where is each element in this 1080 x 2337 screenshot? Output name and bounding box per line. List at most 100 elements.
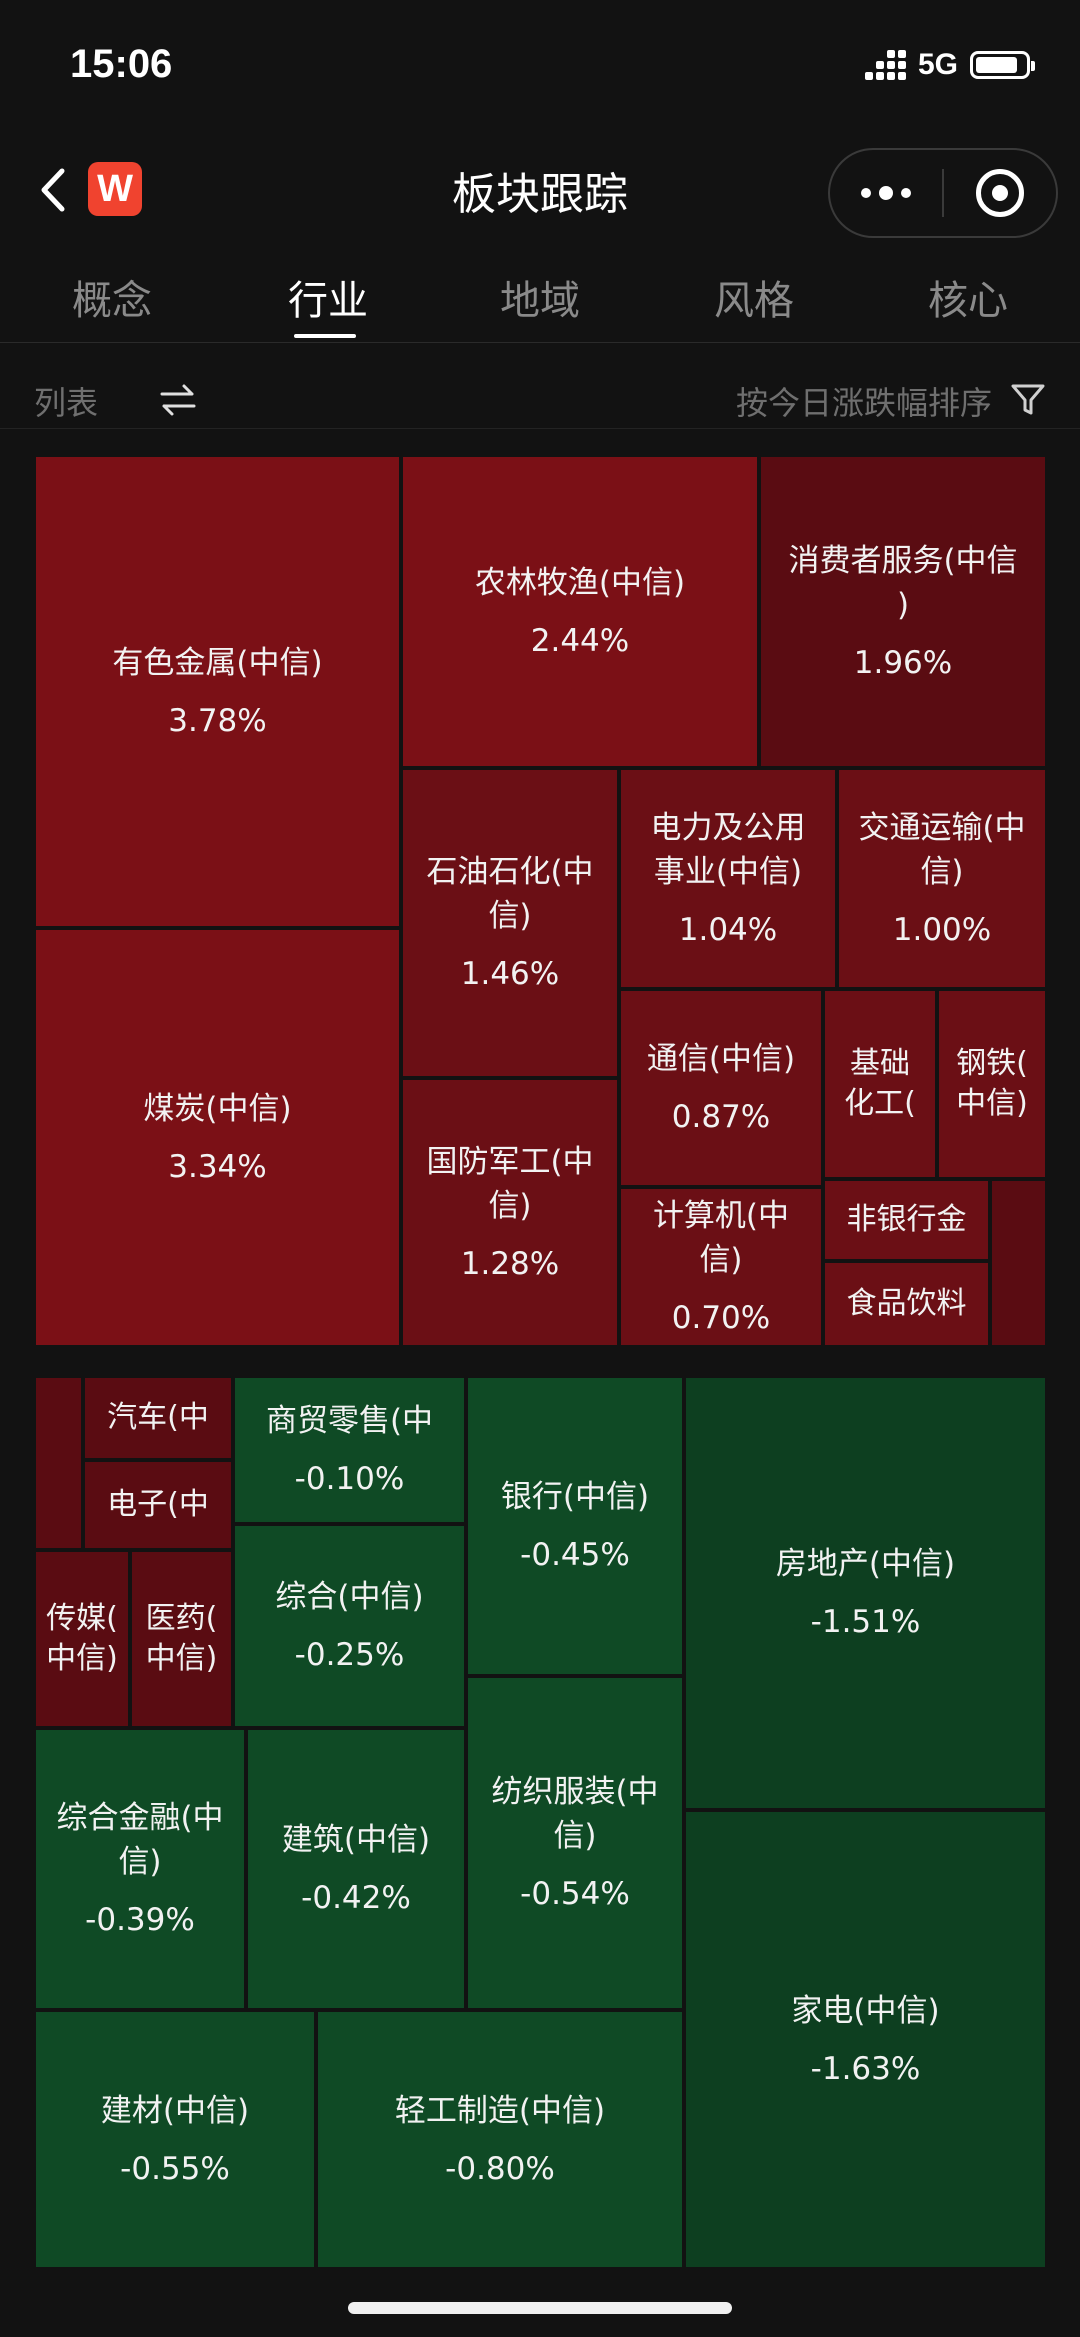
sector-tile[interactable]: 有色金属(中信) 3.78% bbox=[34, 455, 401, 928]
swap-icon[interactable] bbox=[158, 380, 198, 420]
sector-name: 交通运输(中 信) bbox=[858, 809, 1026, 890]
sector-change: -0.39% bbox=[85, 1902, 195, 1938]
sector-name: 综合(中信) bbox=[275, 1579, 424, 1615]
sector-change: 1.96% bbox=[853, 644, 953, 681]
sector-name: 计算机(中 信) bbox=[652, 1198, 790, 1278]
sector-tile[interactable]: 轻工制造(中信) -0.80% bbox=[316, 2010, 684, 2269]
sector-change: -0.80% bbox=[445, 2150, 555, 2187]
sort-option[interactable]: 按今日涨跌幅排序 bbox=[736, 378, 992, 424]
sector-tile[interactable]: 商贸零售(中 -0.10% bbox=[233, 1376, 466, 1524]
sector-name: 通信(中信) bbox=[646, 1041, 796, 1077]
status-time: 15:06 bbox=[70, 42, 173, 86]
sector-name: 家电(中信) bbox=[791, 1992, 940, 2029]
sector-name: 电力及公用 事业(中信) bbox=[650, 809, 806, 890]
network-type: 5G bbox=[917, 48, 958, 81]
sector-change: -1.51% bbox=[810, 1604, 921, 1640]
battery-icon bbox=[970, 51, 1035, 79]
home-indicator bbox=[348, 2302, 732, 2314]
sector-tile[interactable]: 家电(中信) -1.63% bbox=[684, 1810, 1047, 2269]
status-icons: 5G bbox=[864, 48, 1035, 82]
sector-tile[interactable]: 综合金融(中 信) -0.39% bbox=[34, 1728, 246, 2010]
tabs-divider bbox=[0, 342, 1080, 343]
sector-tile[interactable]: 综合(中信) -0.25% bbox=[233, 1524, 466, 1728]
sector-tile[interactable]: 电力及公用 事业(中信) 1.04% bbox=[619, 768, 837, 989]
sector-tile[interactable]: 基础 化工( bbox=[823, 989, 937, 1179]
sector-tile[interactable]: 汽车(中 bbox=[83, 1376, 233, 1460]
sector-name: 传媒( 中信) bbox=[46, 1601, 118, 1676]
sector-name: 农林牧渔(中信) bbox=[474, 564, 686, 601]
sector-change: 1.00% bbox=[892, 911, 992, 948]
sector-name: 石油石化(中 信) bbox=[426, 854, 594, 934]
list-view-toggle[interactable]: 列表 bbox=[34, 378, 98, 424]
sector-name: 消费者服务(中信 ) bbox=[788, 542, 1018, 623]
sector-tile[interactable]: 食品饮料 bbox=[823, 1261, 990, 1347]
sector-change: -0.10% bbox=[294, 1461, 405, 1497]
sector-tile[interactable] bbox=[990, 1179, 1047, 1347]
sector-tile[interactable] bbox=[34, 1376, 83, 1550]
sector-tile[interactable]: 建筑(中信) -0.42% bbox=[246, 1728, 466, 2010]
sector-change: 3.78% bbox=[168, 702, 267, 739]
sector-tile[interactable]: 非银行金 bbox=[823, 1179, 990, 1261]
tab-region[interactable]: 地域 bbox=[432, 268, 648, 326]
sector-tile[interactable]: 煤炭(中信) 3.34% bbox=[34, 928, 401, 1347]
sector-name: 轻工制造(中信) bbox=[394, 2092, 606, 2129]
signal-icon bbox=[864, 50, 906, 80]
sector-change: 0.87% bbox=[671, 1099, 771, 1135]
sector-name: 食品饮料 bbox=[846, 1286, 967, 1321]
sector-name: 国防军工(中 信) bbox=[426, 1143, 594, 1224]
toolbar-divider bbox=[0, 428, 1080, 429]
sector-tile[interactable]: 通信(中信) 0.87% bbox=[619, 989, 823, 1187]
mini-program-capsule bbox=[828, 148, 1058, 238]
tab-concept[interactable]: 概念 bbox=[4, 268, 220, 326]
sector-name: 纺织服装(中 信) bbox=[491, 1774, 659, 1854]
sector-name: 非银行金 bbox=[846, 1202, 967, 1237]
sector-tile[interactable]: 钢铁( 中信) bbox=[937, 989, 1047, 1179]
sector-name: 建筑(中信) bbox=[281, 1822, 431, 1858]
tab-core[interactable]: 核心 bbox=[860, 268, 1076, 326]
more-icon bbox=[861, 186, 911, 200]
tab-style[interactable]: 风格 bbox=[646, 268, 862, 326]
sector-tile[interactable]: 纺织服装(中 信) -0.54% bbox=[466, 1676, 684, 2010]
sector-tile[interactable]: 计算机(中 信) 0.70% bbox=[619, 1187, 823, 1347]
sector-change: 0.70% bbox=[671, 1300, 771, 1336]
category-tabs: 概念 行业 地域 风格 核心 bbox=[0, 268, 1080, 338]
sector-tile[interactable]: 房地产(中信) -1.51% bbox=[684, 1376, 1047, 1810]
tab-industry[interactable]: 行业 bbox=[220, 268, 436, 326]
sector-name: 电子(中 bbox=[107, 1487, 209, 1522]
sector-name: 基础 化工( bbox=[844, 1046, 916, 1121]
close-mini-program-button[interactable] bbox=[944, 150, 1056, 236]
sector-tile[interactable]: 建材(中信) -0.55% bbox=[34, 2010, 316, 2269]
sector-name: 钢铁( 中信) bbox=[956, 1046, 1028, 1121]
sector-name: 建材(中信) bbox=[100, 2092, 250, 2129]
sector-change: -0.45% bbox=[520, 1537, 630, 1573]
sector-change: -0.42% bbox=[301, 1880, 411, 1916]
sector-change: 2.44% bbox=[530, 622, 630, 659]
sector-change: 1.04% bbox=[678, 911, 778, 948]
sector-tile[interactable]: 消费者服务(中信 ) 1.96% bbox=[759, 455, 1047, 768]
sector-change: 1.46% bbox=[460, 956, 560, 992]
sector-name: 商贸零售(中 bbox=[265, 1403, 434, 1439]
sector-change: -0.55% bbox=[120, 2150, 230, 2187]
filter-icon[interactable] bbox=[1010, 382, 1046, 418]
sector-change: 3.34% bbox=[168, 1148, 267, 1185]
sector-tile[interactable]: 银行(中信) -0.45% bbox=[466, 1376, 684, 1676]
sector-name: 有色金属(中信) bbox=[112, 644, 323, 681]
sector-tile[interactable]: 传媒( 中信) bbox=[34, 1550, 130, 1728]
sector-change: 1.28% bbox=[460, 1245, 560, 1282]
more-button[interactable] bbox=[830, 150, 942, 236]
sector-name: 煤炭(中信) bbox=[143, 1090, 292, 1127]
sector-tile[interactable]: 交通运输(中 信) 1.00% bbox=[837, 768, 1047, 989]
sector-tile[interactable]: 国防军工(中 信) 1.28% bbox=[401, 1078, 619, 1347]
sector-change: -0.54% bbox=[520, 1876, 630, 1912]
sector-name: 医药( 中信) bbox=[145, 1601, 218, 1676]
sector-change: -0.25% bbox=[294, 1637, 405, 1673]
sector-tile[interactable]: 石油石化(中 信) 1.46% bbox=[401, 768, 619, 1078]
active-tab-indicator bbox=[294, 334, 356, 338]
sector-tile[interactable]: 农林牧渔(中信) 2.44% bbox=[401, 455, 759, 768]
sector-name: 银行(中信) bbox=[500, 1479, 650, 1515]
sector-name: 综合金融(中 信) bbox=[56, 1800, 224, 1880]
sector-name: 汽车(中 bbox=[107, 1400, 209, 1435]
sector-tile[interactable]: 电子(中 bbox=[83, 1460, 233, 1550]
sector-tile[interactable]: 医药( 中信) bbox=[130, 1550, 233, 1728]
target-icon bbox=[976, 169, 1024, 217]
